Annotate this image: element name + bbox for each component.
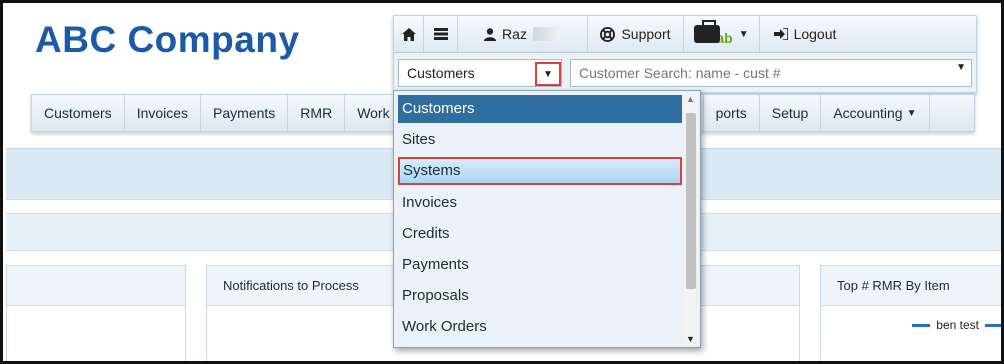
- user-icon: [484, 27, 497, 41]
- chevron-down-icon: ▼: [738, 28, 749, 40]
- nav-rmr[interactable]: RMR: [288, 95, 346, 131]
- dashboard-panel-left: [6, 265, 186, 361]
- nav-customers[interactable]: Customers: [32, 95, 125, 131]
- option-proposals[interactable]: Proposals: [398, 282, 682, 310]
- nav-setup[interactable]: Setup: [760, 95, 822, 131]
- chevron-down-icon: ▼: [906, 107, 917, 119]
- chevron-down-icon: ▼: [543, 68, 553, 80]
- legend-swatch: [985, 323, 1001, 327]
- search-type-dropdown-list: Customers Sites Systems Invoices Credits…: [393, 90, 701, 348]
- legend-label: ben test: [936, 318, 979, 332]
- scrollbar-thumb[interactable]: [686, 113, 696, 289]
- logout-label: Logout: [793, 26, 837, 42]
- option-work-orders[interactable]: Work Orders: [398, 313, 682, 341]
- logout-button[interactable]: Logout: [760, 16, 850, 52]
- option-sites[interactable]: Sites: [398, 126, 682, 154]
- panel-header: [7, 266, 185, 306]
- option-credits[interactable]: Credits: [398, 220, 682, 248]
- company-logo: ABC Company: [35, 19, 300, 60]
- app-window: ABC Company Raz Support ab ▼ Logout Cust: [0, 0, 1004, 364]
- home-icon: [401, 27, 416, 41]
- dropdown-scrollbar[interactable]: ▲ ▼: [684, 93, 698, 345]
- option-invoices[interactable]: Invoices: [398, 189, 682, 217]
- briefcase-icon: [694, 20, 721, 43]
- customer-search-input[interactable]: [570, 59, 972, 87]
- user-name: Raz: [502, 26, 527, 42]
- nav-accounting[interactable]: Accounting ▼: [821, 95, 930, 131]
- scroll-down-icon[interactable]: ▼: [686, 334, 695, 344]
- nav-invoices[interactable]: Invoices: [125, 95, 202, 131]
- chart-legend: ben test: [912, 318, 1001, 332]
- logout-icon: [773, 28, 788, 40]
- nav-reports[interactable]: ports: [702, 95, 760, 131]
- option-payments[interactable]: Payments: [398, 251, 682, 279]
- option-customers[interactable]: Customers: [398, 95, 682, 123]
- nav-accounting-label: Accounting: [833, 105, 903, 121]
- nav-payments[interactable]: Payments: [201, 95, 289, 131]
- legend-swatch: [912, 323, 931, 327]
- search-row: Customers ▼ ▼: [393, 53, 977, 93]
- list-button[interactable]: [424, 16, 458, 52]
- search-dropdown-caret-icon[interactable]: ▼: [956, 62, 966, 73]
- home-button[interactable]: [394, 16, 424, 52]
- user-toolbar: Raz Support ab ▼ Logout: [393, 15, 977, 53]
- support-button[interactable]: Support: [588, 16, 684, 52]
- redacted-name: [532, 27, 561, 41]
- option-systems[interactable]: Systems: [398, 157, 682, 185]
- rmr-panel: Top # RMR By Item ben test: [820, 265, 1001, 361]
- support-label: Support: [621, 26, 671, 42]
- list-icon: [433, 28, 448, 40]
- lifebuoy-icon: [600, 26, 616, 42]
- search-type-dropdown-button[interactable]: ▼: [535, 62, 561, 86]
- rmr-title: Top # RMR By Item: [821, 266, 1001, 306]
- briefcase-menu[interactable]: ab ▼: [684, 16, 760, 52]
- user-menu[interactable]: Raz: [458, 16, 588, 52]
- scroll-up-icon[interactable]: ▲: [686, 94, 695, 104]
